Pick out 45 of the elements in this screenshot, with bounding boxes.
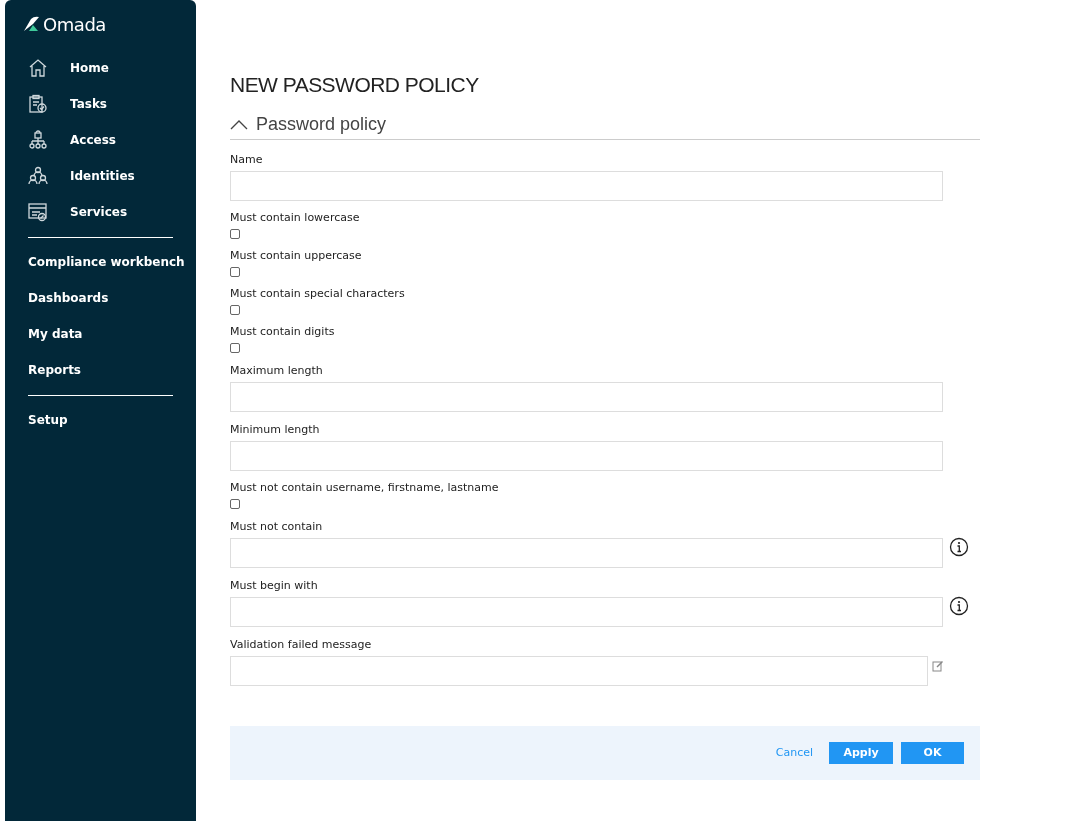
field-label: Minimum length [230,422,320,438]
nav-item[interactable]: Reports [5,352,196,388]
field-label: Must contain digits [230,324,335,340]
nav-item[interactable]: Dashboards [5,280,196,316]
nav-item[interactable]: Identities [5,158,196,194]
checkbox[interactable] [230,267,240,277]
people-icon [28,166,48,186]
checkbox[interactable] [230,499,240,509]
info-icon[interactable] [949,537,969,557]
nav-item[interactable]: Setup [5,402,196,438]
text-field[interactable] [230,171,943,201]
checkbox[interactable] [230,343,240,353]
nav-item[interactable]: Tasks [5,86,196,122]
field-label: Must contain special characters [230,286,405,302]
lock-network-icon [28,130,48,150]
text-field[interactable] [230,441,943,471]
text-field[interactable] [230,382,943,412]
text-field[interactable] [230,538,943,568]
info-icon[interactable] [949,596,969,616]
checkbox[interactable] [230,305,240,315]
checkbox[interactable] [230,229,240,239]
field-label: Must begin with [230,578,318,594]
field-label: Must not contain [230,519,323,535]
field-label: Must contain lowercase [230,210,360,226]
text-field[interactable] [230,656,928,686]
edit-icon[interactable] [932,660,944,672]
clipboard-check-icon [28,94,48,114]
window-wrench-icon [28,202,48,222]
field-label: Maximum length [230,363,323,379]
nav-item[interactable]: Services [5,194,196,230]
section-header[interactable]: Password policy [230,112,980,140]
chevron-up-icon [230,119,248,130]
nav-item[interactable]: My data [5,316,196,352]
house-icon [28,58,48,78]
text-field[interactable] [230,597,943,627]
nav-item[interactable]: Home [5,50,196,86]
nav-item[interactable]: Access [5,122,196,158]
field-label: Must not contain username, firstname, lastname [230,480,499,496]
field-label: Must contain uppercase [230,248,362,264]
logo-icon [23,16,41,32]
field-label: Validation failed message [230,637,372,653]
nav-item[interactable]: Compliance workbench [5,244,196,280]
page-title: NEW PASSWORD POLICY [230,72,480,98]
field-label: Name [230,152,263,168]
logo-text: Omada [43,12,106,37]
